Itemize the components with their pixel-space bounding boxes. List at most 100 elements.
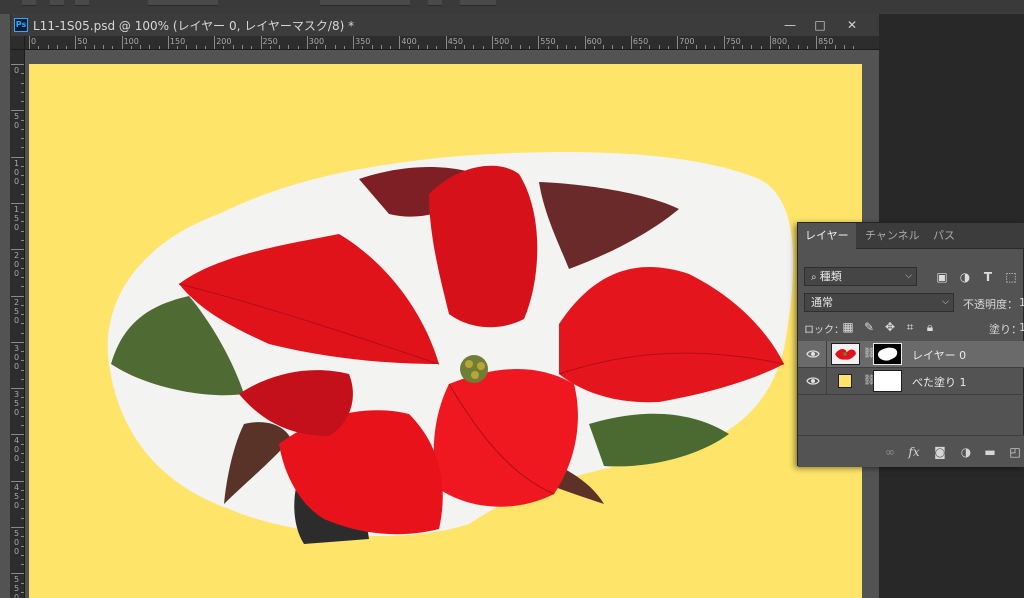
filter-shape-icon[interactable]: ⬚ bbox=[1004, 270, 1018, 284]
toolbar-chip[interactable] bbox=[428, 0, 442, 6]
ruler-minor-tick bbox=[21, 378, 24, 380]
filter-type-icon[interactable]: T bbox=[981, 270, 995, 284]
mask-link-icon[interactable]: ⛓ bbox=[863, 347, 876, 361]
chevron-down-icon: ⌵ bbox=[942, 297, 949, 307]
layer-thumbnail-poinsettia[interactable] bbox=[831, 343, 860, 365]
vertical-ruler[interactable]: 0 50 100 150 200 250 300 350 400 450 500 550 bbox=[11, 50, 25, 598]
toolbar-field[interactable] bbox=[148, 0, 218, 6]
ruler-major-tick bbox=[29, 36, 30, 49]
ruler-minor-tick bbox=[21, 443, 24, 445]
ruler-label: 450 bbox=[14, 482, 20, 510]
layer-row-layer0[interactable]: ⛓ レイヤー 0 bbox=[798, 341, 1024, 368]
layer-row-fill1[interactable]: ⛓ べた塗り 1 bbox=[798, 368, 1024, 395]
ruler-minor-tick bbox=[21, 545, 24, 547]
ruler-label: 350 bbox=[355, 37, 371, 46]
ruler-minor-tick bbox=[21, 73, 24, 75]
fill-color-swatch[interactable] bbox=[838, 374, 852, 388]
ruler-minor-tick bbox=[21, 536, 24, 538]
ruler-minor-tick bbox=[21, 165, 24, 167]
lock-artboard-icon[interactable]: ⌗ bbox=[903, 320, 917, 334]
filter-adjustment-icon[interactable]: ◑ bbox=[958, 270, 972, 284]
ruler-minor-tick bbox=[510, 45, 512, 49]
ruler-minor-tick bbox=[21, 591, 24, 593]
canvas[interactable] bbox=[29, 64, 862, 598]
filter-pixel-icon[interactable]: ▣ bbox=[935, 270, 949, 284]
lock-all-icon[interactable]: 🔒︎ bbox=[923, 320, 937, 334]
toolbar-chip[interactable] bbox=[22, 0, 36, 6]
lock-image-icon[interactable]: ✎ bbox=[862, 320, 876, 334]
minimize-button[interactable]: — bbox=[775, 14, 805, 36]
toolbar-chip[interactable] bbox=[460, 0, 496, 6]
ruler-minor-tick bbox=[547, 46, 549, 49]
fill-value[interactable]: 1 bbox=[1019, 321, 1024, 334]
ruler-label: 750 bbox=[725, 37, 741, 46]
fx-icon[interactable]: fx bbox=[906, 444, 922, 460]
ruler-minor-tick bbox=[21, 221, 24, 223]
layer-name[interactable]: レイヤー 0 bbox=[912, 347, 966, 363]
ruler-label: 400 bbox=[14, 436, 20, 464]
close-button[interactable]: ✕ bbox=[837, 14, 867, 36]
ruler-minor-tick bbox=[714, 46, 716, 49]
blend-mode-select[interactable]: 通常 ⌵ bbox=[804, 293, 954, 312]
tab-layers[interactable]: レイヤー bbox=[798, 223, 856, 249]
ruler-minor-tick bbox=[21, 499, 24, 501]
ruler-minor-tick bbox=[21, 425, 24, 427]
ruler-origin[interactable] bbox=[11, 36, 25, 50]
ruler-minor-tick bbox=[834, 45, 836, 49]
toolbar-chip[interactable] bbox=[75, 0, 89, 6]
canvas-area[interactable] bbox=[25, 50, 879, 598]
maximize-button[interactable]: □ bbox=[805, 14, 835, 36]
ruler-minor-tick bbox=[380, 45, 382, 49]
opacity-value[interactable]: 1 bbox=[1019, 296, 1024, 309]
lock-transparent-icon[interactable]: ▦ bbox=[841, 320, 855, 334]
add-mask-icon[interactable]: ◙ bbox=[932, 444, 948, 460]
tab-paths[interactable]: パス bbox=[926, 223, 962, 249]
ruler-minor-tick bbox=[593, 46, 595, 49]
adjustment-layer-icon[interactable]: ◑ bbox=[958, 444, 974, 460]
lock-position-icon[interactable]: ✥ bbox=[883, 320, 897, 334]
layer-mask-thumbnail[interactable] bbox=[873, 343, 902, 365]
blend-mode-value: 通常 bbox=[811, 296, 833, 309]
ruler-minor-tick bbox=[21, 415, 24, 417]
ruler-major-tick bbox=[167, 36, 169, 49]
ruler-major-tick bbox=[11, 341, 24, 343]
toolbar-field[interactable] bbox=[320, 0, 410, 6]
ruler-minor-tick bbox=[732, 46, 734, 49]
visibility-eye-icon[interactable] bbox=[806, 374, 820, 388]
document-tab[interactable]: Ps L11-1S05.psd @ 100% (レイヤー 0, レイヤーマスク/… bbox=[11, 14, 879, 36]
ruler-major-tick bbox=[769, 36, 771, 49]
fill-label: 塗り： bbox=[989, 323, 1022, 336]
toolbar-chip[interactable] bbox=[50, 0, 64, 6]
chevron-down-icon: ⌵ bbox=[905, 271, 912, 281]
ruler-major-tick bbox=[11, 202, 24, 204]
ruler-minor-tick bbox=[704, 45, 706, 49]
ruler-minor-tick bbox=[343, 46, 345, 49]
mask-link-icon[interactable]: ⛓ bbox=[863, 374, 876, 388]
tab-channels[interactable]: チャンネル bbox=[858, 223, 927, 249]
new-group-icon[interactable]: ▬ bbox=[982, 444, 998, 460]
ruler-minor-tick bbox=[21, 471, 24, 473]
link-layers-icon[interactable]: ∞ bbox=[882, 444, 898, 460]
ruler-minor-tick bbox=[21, 101, 24, 103]
filter-kind-value: 種類 bbox=[819, 270, 842, 283]
ruler-minor-tick bbox=[21, 397, 24, 399]
ruler-major-tick bbox=[260, 36, 262, 49]
ruler-minor-tick bbox=[742, 45, 744, 49]
ruler-label: 400 bbox=[401, 37, 417, 46]
horizontal-ruler[interactable]: 0 50 100 150 200 250 300 350 400 450 500 550 600 650 7… bbox=[25, 36, 879, 50]
new-layer-icon[interactable]: ◰ bbox=[1007, 444, 1023, 460]
ruler-label: 300 bbox=[14, 343, 20, 371]
ruler-minor-tick bbox=[436, 46, 438, 49]
ruler-minor-tick bbox=[21, 258, 24, 260]
ruler-minor-tick bbox=[241, 45, 243, 49]
tools-panel-edge bbox=[0, 14, 10, 598]
layer-name[interactable]: べた塗り 1 bbox=[912, 374, 967, 390]
ruler-major-tick bbox=[11, 573, 24, 575]
layer-mask-thumbnail[interactable] bbox=[873, 370, 902, 392]
ruler-minor-tick bbox=[649, 45, 651, 49]
ruler-major-tick bbox=[11, 480, 24, 482]
layer-filter-select[interactable]: ⌕ 種類 ⌵ bbox=[804, 267, 917, 286]
visibility-eye-icon[interactable] bbox=[806, 347, 820, 361]
ruler-minor-tick bbox=[797, 45, 799, 49]
ruler-minor-tick bbox=[130, 46, 132, 49]
